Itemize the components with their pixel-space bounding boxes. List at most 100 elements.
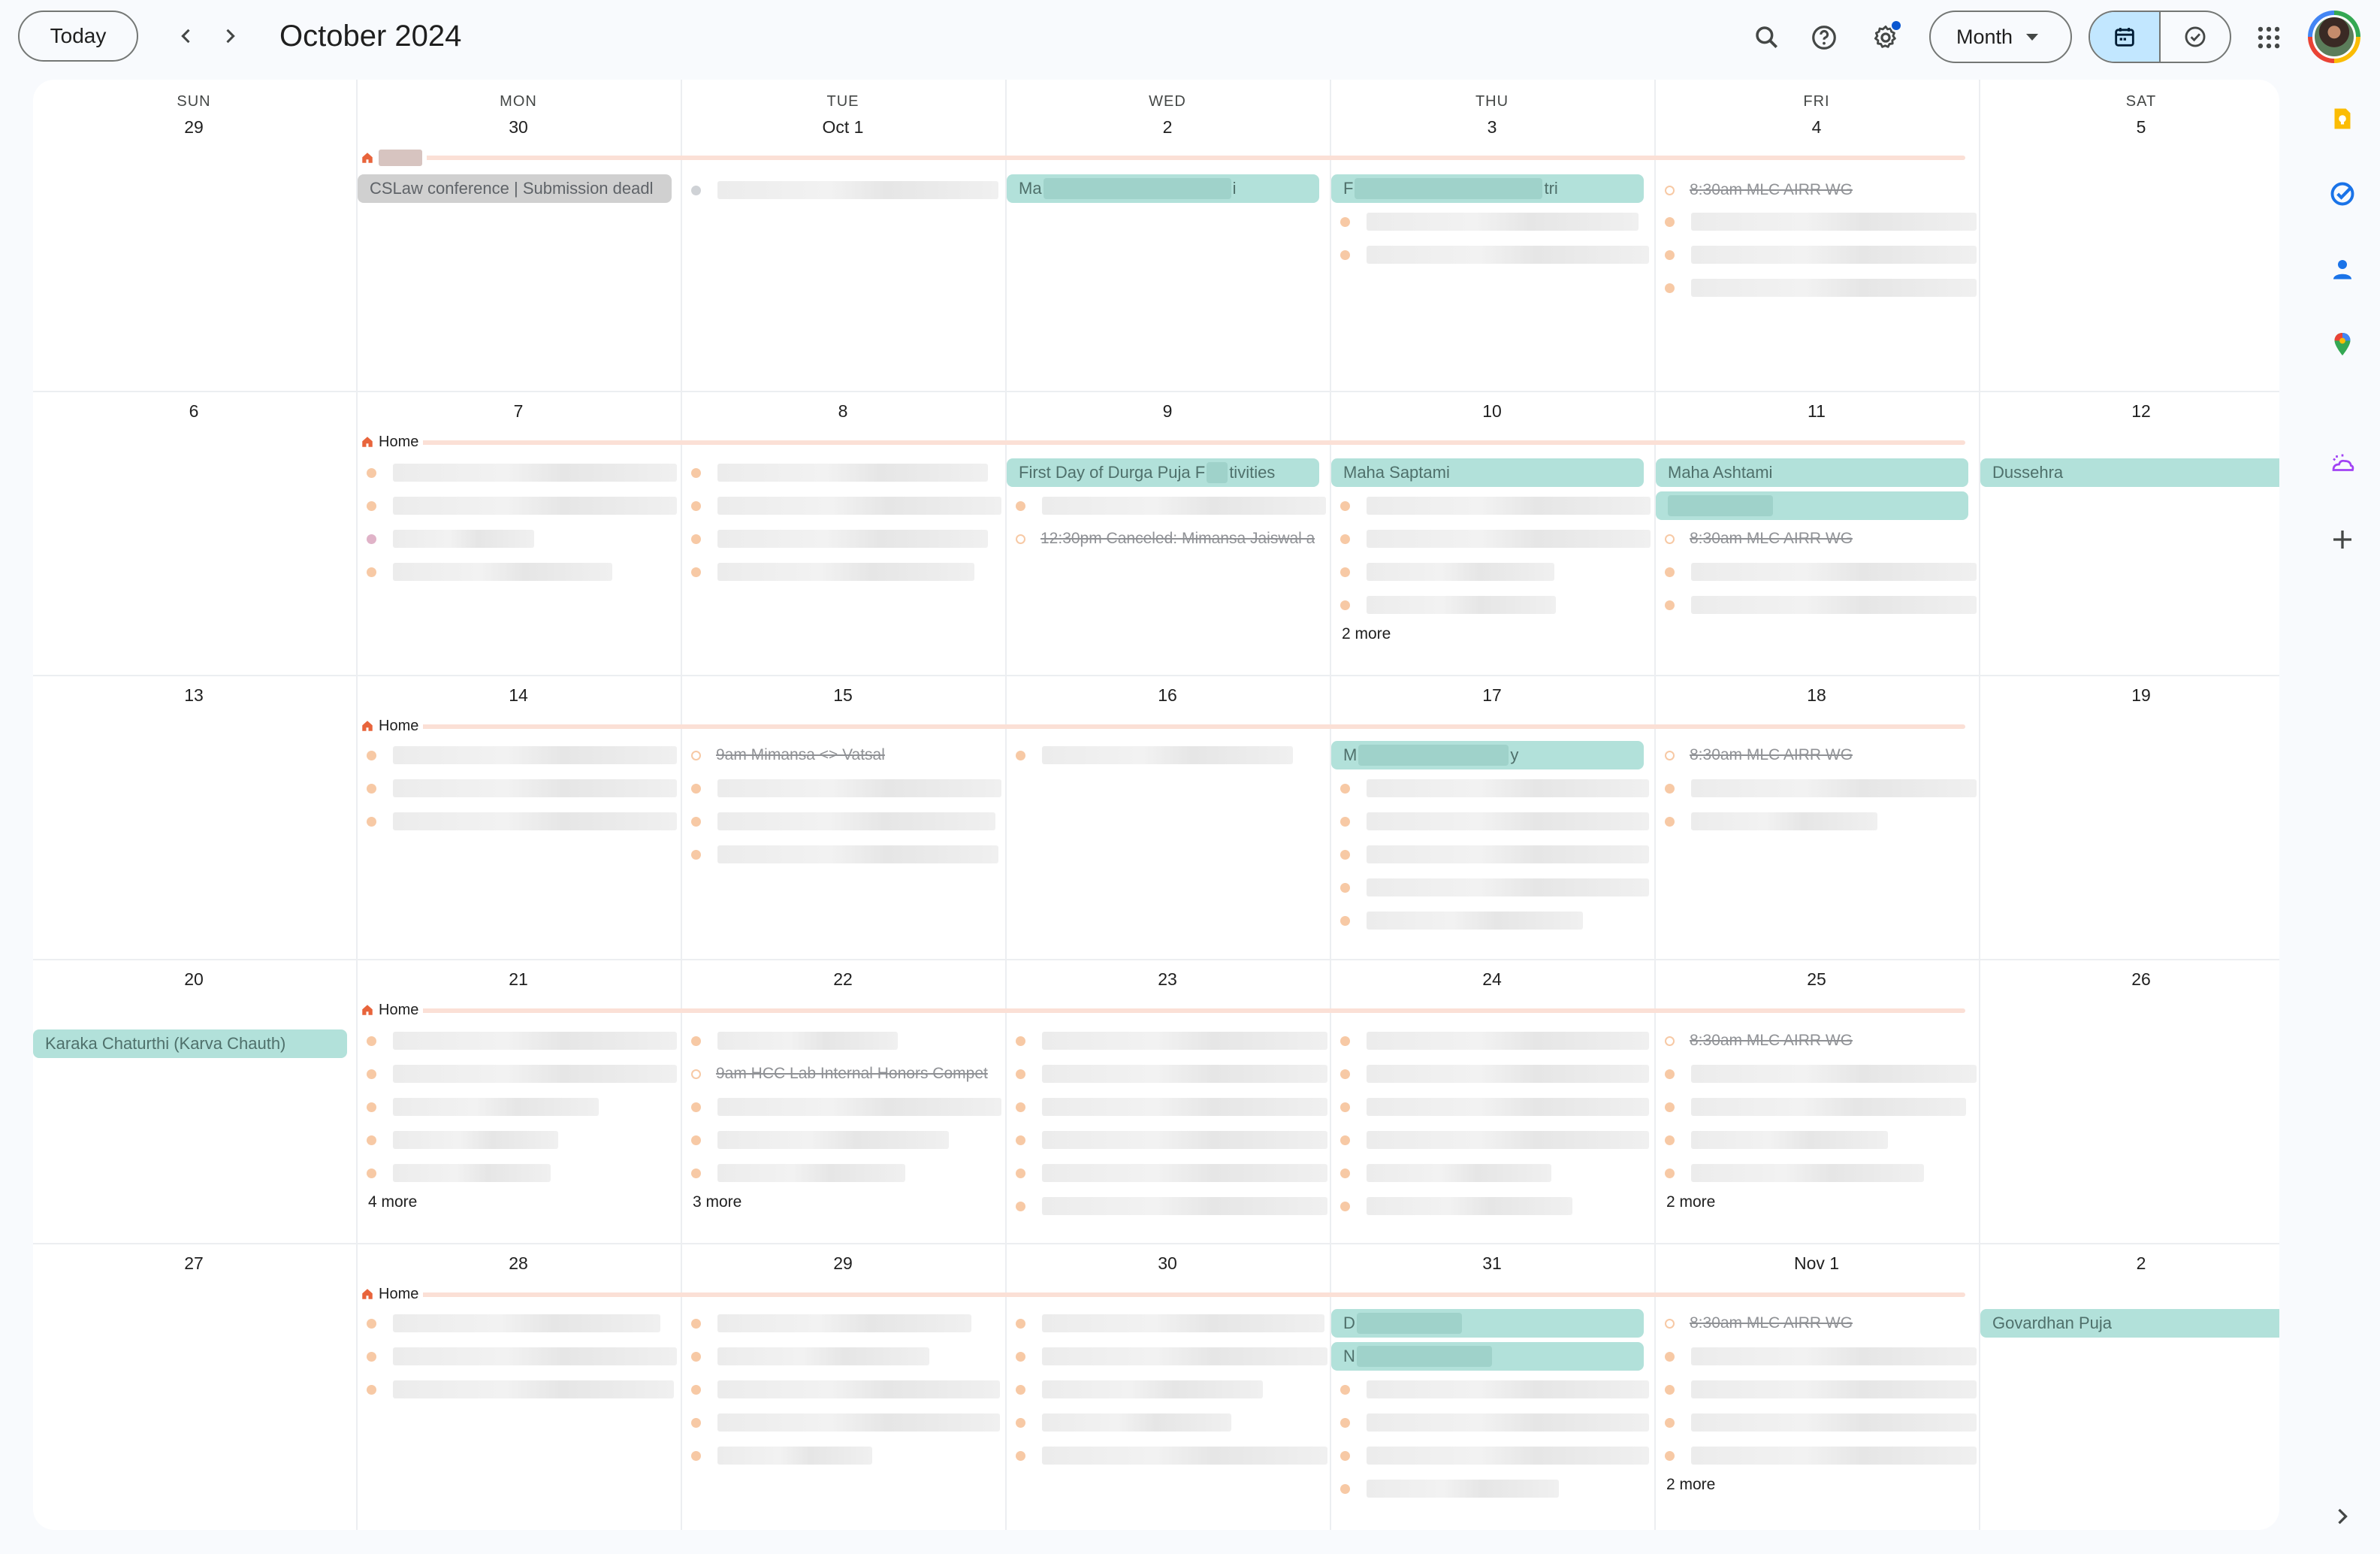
event-row[interactable]: [691, 843, 998, 866]
calendar-view-button[interactable]: [2090, 12, 2161, 62]
day-number[interactable]: 4: [1656, 117, 1977, 138]
day-number[interactable]: 2: [1980, 1253, 2279, 1274]
day-number[interactable]: 12: [1980, 401, 2279, 422]
event-row[interactable]: [367, 1029, 677, 1052]
event-row[interactable]: [1340, 1444, 1649, 1467]
event-row[interactable]: 9am Mimansa <> Vatsal: [691, 744, 885, 766]
event-row[interactable]: 12:30pm Canceled: Mimansa Jaiswal a: [1016, 528, 1321, 550]
event-row[interactable]: [691, 1129, 949, 1151]
day-number[interactable]: 25: [1656, 969, 1977, 990]
weather-button[interactable]: [2326, 448, 2359, 481]
home-span-bar[interactable]: [361, 1008, 1965, 1013]
event-row[interactable]: [1016, 1444, 1327, 1467]
event-row[interactable]: [1340, 1063, 1649, 1085]
event-row[interactable]: [1340, 909, 1583, 932]
event-row[interactable]: [367, 810, 677, 833]
event-row[interactable]: [691, 494, 1001, 517]
event-row[interactable]: [1665, 1378, 1977, 1401]
day-number[interactable]: 2: [1007, 117, 1328, 138]
event-row[interactable]: [367, 744, 677, 766]
event-row[interactable]: [1340, 1129, 1649, 1151]
event-row[interactable]: [691, 561, 974, 583]
event-chip[interactable]: Ftri: [1331, 174, 1644, 203]
day-number[interactable]: Nov 1: [1656, 1253, 1977, 1274]
event-chip[interactable]: [1656, 491, 1968, 520]
event-row[interactable]: [691, 461, 988, 484]
event-row[interactable]: [1016, 1096, 1327, 1118]
home-span-bar[interactable]: [361, 156, 1965, 160]
home-working-location[interactable]: Home: [361, 715, 424, 736]
event-row[interactable]: [367, 561, 612, 583]
event-row[interactable]: [1665, 1411, 1977, 1434]
day-number[interactable]: 15: [682, 685, 1004, 706]
event-row[interactable]: [1016, 1129, 1327, 1151]
day-number[interactable]: 29: [682, 1253, 1004, 1274]
day-number[interactable]: Oct 1: [682, 117, 1004, 138]
event-chip[interactable]: N: [1331, 1342, 1644, 1371]
event-row[interactable]: [1016, 1312, 1324, 1335]
contacts-button[interactable]: [2326, 252, 2359, 286]
home-working-location[interactable]: [361, 147, 427, 168]
event-row[interactable]: [1016, 1063, 1327, 1085]
day-number[interactable]: 30: [358, 117, 679, 138]
event-row[interactable]: 8:30am MLC AIRR WG: [1665, 1029, 1853, 1052]
home-span-bar[interactable]: [361, 724, 1965, 729]
event-row[interactable]: [1016, 494, 1326, 517]
view-selector[interactable]: Month: [1929, 11, 2072, 63]
day-number[interactable]: 16: [1007, 685, 1328, 706]
event-row[interactable]: [367, 461, 677, 484]
event-row[interactable]: [1665, 1129, 1888, 1151]
event-chip[interactable]: Maha Saptami: [1331, 458, 1644, 487]
settings-button[interactable]: [1866, 18, 1905, 57]
event-row[interactable]: [1665, 1096, 1966, 1118]
event-row[interactable]: [1340, 1411, 1649, 1434]
event-row[interactable]: [1665, 1345, 1977, 1368]
event-chip[interactable]: Ma i: [1007, 174, 1319, 203]
event-chip[interactable]: Dussehra: [1980, 458, 2279, 487]
day-number[interactable]: 27: [33, 1253, 355, 1274]
next-month-button[interactable]: [212, 18, 248, 54]
day-number[interactable]: 3: [1331, 117, 1653, 138]
home-working-location[interactable]: Home: [361, 1283, 424, 1305]
event-row[interactable]: [367, 777, 677, 800]
event-row[interactable]: [1340, 1378, 1649, 1401]
day-number[interactable]: 20: [33, 969, 355, 990]
apps-button[interactable]: [2249, 18, 2288, 57]
day-number[interactable]: 29: [33, 117, 355, 138]
previous-month-button[interactable]: [168, 18, 204, 54]
event-row[interactable]: [1340, 243, 1649, 266]
event-chip[interactable]: Govardhan Puja: [1980, 1309, 2279, 1338]
home-working-location[interactable]: Home: [361, 999, 424, 1020]
event-chip[interactable]: CSLaw conference | Submission deadl: [358, 174, 672, 203]
event-row[interactable]: [1340, 1477, 1559, 1500]
event-row[interactable]: [1340, 1195, 1572, 1217]
day-number[interactable]: 7: [358, 401, 679, 422]
event-row[interactable]: [1340, 876, 1649, 899]
home-span-bar[interactable]: [361, 1292, 1965, 1297]
day-number[interactable]: 22: [682, 969, 1004, 990]
event-row[interactable]: [367, 1096, 599, 1118]
event-chip[interactable]: My: [1331, 741, 1644, 769]
event-row[interactable]: [1340, 1096, 1649, 1118]
help-button[interactable]: [1805, 18, 1844, 57]
day-number[interactable]: 21: [358, 969, 679, 990]
day-number[interactable]: 11: [1656, 401, 1977, 422]
event-row[interactable]: [691, 777, 1001, 800]
day-number[interactable]: 6: [33, 401, 355, 422]
event-row[interactable]: 8:30am MLC AIRR WG: [1665, 179, 1853, 201]
day-number[interactable]: 5: [1980, 117, 2279, 138]
more-events-link[interactable]: 2 more: [1666, 1476, 1715, 1494]
more-events-link[interactable]: 2 more: [1342, 625, 1391, 643]
maps-button[interactable]: [2326, 328, 2359, 361]
event-row[interactable]: [1665, 777, 1977, 800]
event-row[interactable]: [1665, 277, 1977, 299]
today-button[interactable]: Today: [18, 11, 138, 62]
tasks-view-button[interactable]: [2161, 12, 2230, 62]
day-number[interactable]: 28: [358, 1253, 679, 1274]
day-number[interactable]: 9: [1007, 401, 1328, 422]
event-row[interactable]: [1016, 744, 1293, 766]
event-row[interactable]: [1016, 1029, 1327, 1052]
event-row[interactable]: [691, 528, 988, 550]
event-row[interactable]: [691, 179, 998, 201]
home-span-bar[interactable]: [361, 440, 1965, 445]
